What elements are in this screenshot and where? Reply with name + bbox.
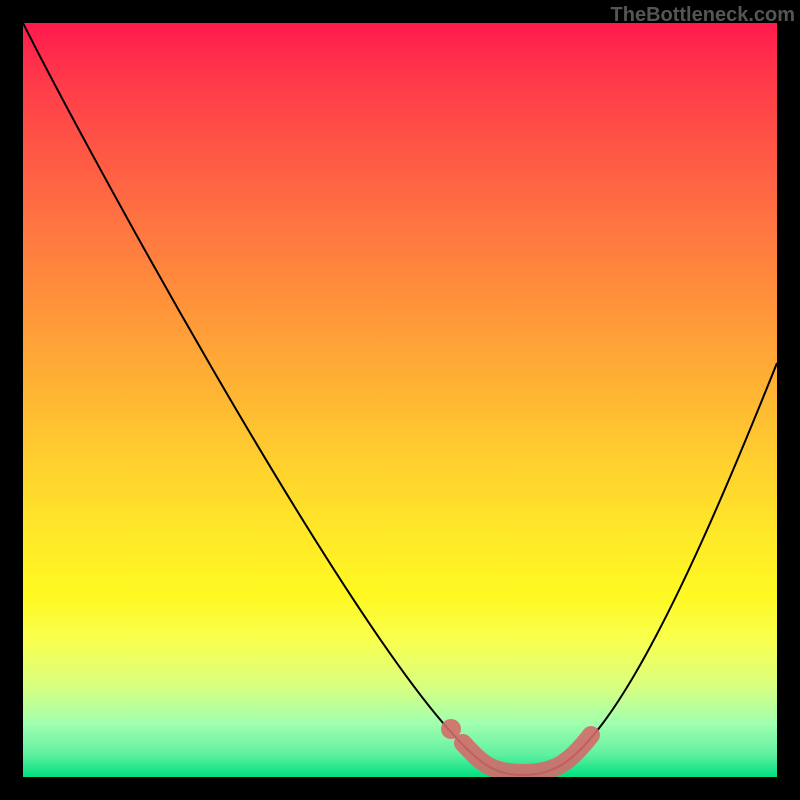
- watermark-text: TheBottleneck.com: [611, 4, 795, 27]
- chart-svg: [23, 23, 777, 777]
- bottleneck-curve-line: [23, 23, 777, 775]
- chart-container: TheBottleneck.com: [0, 0, 800, 800]
- highlight-optimal-zone: [463, 735, 591, 773]
